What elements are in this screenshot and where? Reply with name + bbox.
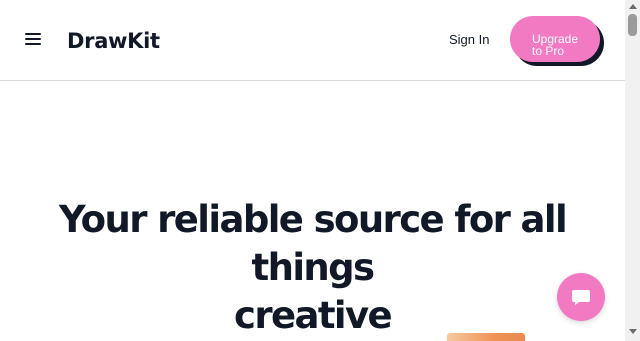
menu-bar-middle xyxy=(25,38,41,40)
scroll-down-arrow-icon[interactable] xyxy=(629,329,637,334)
drawkit-logo[interactable]: DrawKit xyxy=(67,28,160,54)
sign-in-link[interactable]: Sign In xyxy=(449,32,489,48)
hero-heading-line2: creative xyxy=(233,294,393,337)
menu-bar-top xyxy=(25,33,41,35)
vertical-scrollbar[interactable] xyxy=(625,0,640,341)
hamburger-menu-icon[interactable] xyxy=(25,32,41,46)
scrollbar-thumb[interactable] xyxy=(628,14,637,36)
upgrade-to-pro-button[interactable]: Upgrade to Pro xyxy=(510,16,600,62)
hero-heading-line1: Your reliable source for all things xyxy=(58,198,568,289)
site-header: DrawKit Sign In Upgrade to Pro xyxy=(0,0,625,81)
hero-heading: Your reliable source for all things crea… xyxy=(0,196,625,340)
scroll-up-arrow-icon[interactable] xyxy=(629,4,637,9)
chat-bubble-icon xyxy=(572,290,590,305)
chat-widget-button[interactable] xyxy=(557,273,605,321)
page-viewport: DrawKit Sign In Upgrade to Pro Your reli… xyxy=(0,0,625,341)
upgrade-label-line2: to Pro xyxy=(532,43,565,58)
hero-illustration xyxy=(447,333,525,341)
menu-bar-bottom xyxy=(25,43,41,45)
